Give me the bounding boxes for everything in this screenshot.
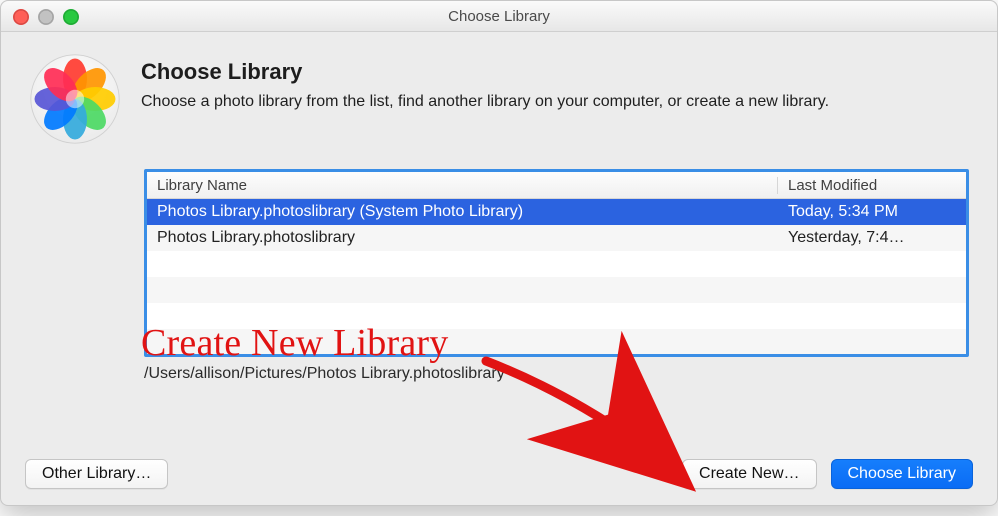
dialog-buttons: Other Library… Create New… Choose Librar…	[25, 459, 973, 489]
column-header-modified[interactable]: Last Modified	[777, 177, 966, 194]
dialog-header: Choose Library Choose a photo library fr…	[29, 53, 969, 145]
row-modified: Yesterday, 7:4…	[778, 229, 966, 247]
library-list-header: Library Name Last Modified	[147, 172, 966, 199]
create-new-button[interactable]: Create New…	[682, 459, 816, 489]
table-row[interactable]: Photos Library.photoslibraryYesterday, 7…	[147, 225, 966, 251]
window-title: Choose Library	[1, 8, 997, 25]
row-modified: Today, 5:34 PM	[778, 203, 966, 221]
table-row[interactable]	[147, 277, 966, 303]
library-list[interactable]: Library Name Last Modified Photos Librar…	[144, 169, 969, 357]
column-header-name[interactable]: Library Name	[147, 177, 777, 194]
dialog-content: Choose Library Choose a photo library fr…	[1, 31, 997, 505]
choose-library-button[interactable]: Choose Library	[831, 459, 974, 489]
dialog-subtitle: Choose a photo library from the list, fi…	[141, 93, 969, 111]
photos-app-icon	[29, 53, 121, 145]
table-row[interactable]	[147, 329, 966, 355]
titlebar: Choose Library	[1, 1, 997, 32]
selected-library-path: /Users/allison/Pictures/Photos Library.p…	[144, 365, 969, 383]
row-name: Photos Library.photoslibrary	[147, 229, 778, 247]
table-row[interactable]: Photos Library.photoslibrary (System Pho…	[147, 199, 966, 225]
other-library-button[interactable]: Other Library…	[25, 459, 168, 489]
table-row[interactable]	[147, 303, 966, 329]
dialog-window: Choose Library	[0, 0, 998, 506]
dialog-title: Choose Library	[141, 59, 969, 85]
row-name: Photos Library.photoslibrary (System Pho…	[147, 203, 778, 221]
table-row[interactable]	[147, 251, 966, 277]
